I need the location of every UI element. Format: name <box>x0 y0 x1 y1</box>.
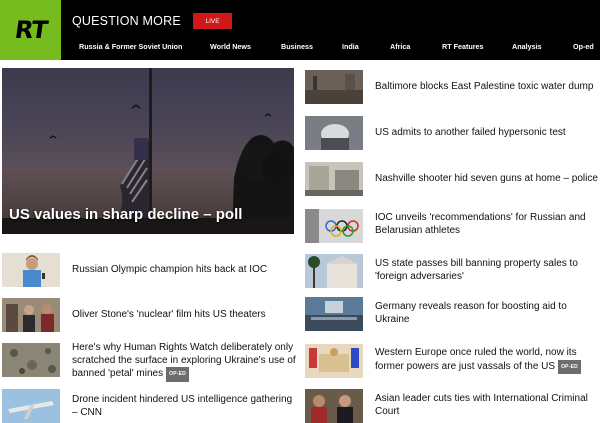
nav-op-ed[interactable]: Op-ed <box>573 42 594 51</box>
nav-business[interactable]: Business <box>281 42 313 51</box>
story-title: US admits to another failed hypersonic t… <box>375 127 566 138</box>
list-item[interactable]: Baltimore blocks East Palestine toxic wa… <box>305 70 600 104</box>
story-title: Western Europe once ruled the world, now… <box>375 347 600 374</box>
op-ed-badge: OP-ED <box>558 359 581 374</box>
story-thumbnail <box>2 343 60 377</box>
story-title: Asian leader cuts ties with Internationa… <box>375 393 588 417</box>
story-title: Drone incident hindered US intelligence … <box>72 394 293 418</box>
nav-africa[interactable]: Africa <box>390 42 410 51</box>
story-title: Germany reveals reason for boosting aid … <box>375 301 567 325</box>
list-item[interactable]: Germany reveals reason for boosting aid … <box>305 297 600 331</box>
story-thumbnail <box>305 389 363 423</box>
nav-world-news[interactable]: World News <box>210 42 251 51</box>
list-item[interactable]: Nashville shooter hid seven guns at home… <box>305 162 600 196</box>
story-title: Baltimore blocks East Palestine toxic wa… <box>375 81 594 92</box>
list-item[interactable]: Drone incident hindered US intelligence … <box>2 389 292 423</box>
story-title: Here's why Human Rights Watch deliberate… <box>72 342 297 382</box>
story-thumbnail <box>305 297 363 331</box>
list-item[interactable]: US admits to another failed hypersonic t… <box>305 116 600 150</box>
story-thumbnail <box>305 162 363 196</box>
list-item[interactable]: US state passes bill banning property sa… <box>305 254 600 288</box>
tagline: QUESTION MORE <box>72 14 181 28</box>
list-item[interactable]: Asian leader cuts ties with Internationa… <box>305 389 600 423</box>
op-ed-badge: OP-ED <box>166 367 189 382</box>
story-thumbnail <box>305 344 363 378</box>
story-thumbnail <box>2 389 60 423</box>
story-thumbnail <box>305 70 363 104</box>
list-item[interactable]: Russian Olympic champion hits back at IO… <box>2 253 292 289</box>
live-button[interactable]: LIVE <box>193 13 232 29</box>
story-thumbnail <box>305 209 363 243</box>
story-thumbnail <box>2 298 60 332</box>
story-thumbnail <box>2 253 60 287</box>
story-thumbnail <box>305 254 363 288</box>
story-title: Nashville shooter hid seven guns at home… <box>375 173 598 184</box>
nav-rt-features[interactable]: RT Features <box>442 42 484 51</box>
logo-text: RT <box>12 16 49 44</box>
nav-russia-former-soviet-union[interactable]: Russia & Former Soviet Union <box>79 42 182 51</box>
rt-logo[interactable]: RT <box>0 0 61 60</box>
list-item[interactable]: IOC unveils 'recommendations' for Russia… <box>305 209 600 243</box>
story-title: Russian Olympic champion hits back at IO… <box>72 264 268 275</box>
list-item[interactable]: Oliver Stone's 'nuclear' film hits US th… <box>2 298 292 334</box>
hero-title[interactable]: US values in sharp decline – poll <box>9 206 242 223</box>
story-title: US state passes bill banning property sa… <box>375 258 578 282</box>
nav-analysis[interactable]: Analysis <box>512 42 542 51</box>
list-item[interactable]: Western Europe once ruled the world, now… <box>305 344 600 378</box>
site-header: RT QUESTION MORE LIVE Russia & Former So… <box>0 0 600 60</box>
story-title: Oliver Stone's 'nuclear' film hits US th… <box>72 309 266 320</box>
story-thumbnail <box>305 116 363 150</box>
list-item[interactable]: Here's why Human Rights Watch deliberate… <box>2 342 296 382</box>
nav-india[interactable]: India <box>342 42 359 51</box>
story-title: IOC unveils 'recommendations' for Russia… <box>375 212 586 236</box>
